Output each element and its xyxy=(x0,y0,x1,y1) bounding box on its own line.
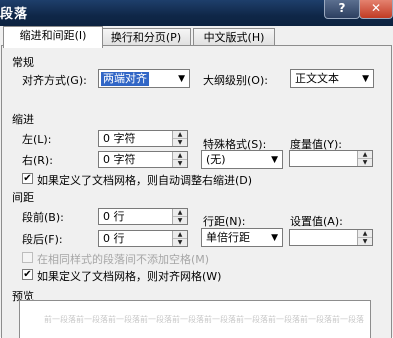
special-format-select[interactable]: (无) ▼ xyxy=(201,150,283,169)
chevron-down-icon: ▼ xyxy=(271,233,278,243)
indent-right-value: 0 字符 xyxy=(103,153,136,166)
arrow-down-icon[interactable]: ▼ xyxy=(173,239,187,246)
indent-right-stepper[interactable]: 0 字符 ▲ ▼ xyxy=(98,151,188,168)
indent-right-label: 右(R): xyxy=(22,154,53,167)
arrow-down-icon[interactable]: ▼ xyxy=(173,139,187,146)
spacing-section-label: 间距 xyxy=(12,191,34,204)
spin-buttons[interactable]: ▲ ▼ xyxy=(172,152,187,167)
outline-level-select[interactable]: 正文文本 ▼ xyxy=(290,69,374,88)
outline-level-label: 大纲级别(O): xyxy=(203,74,268,87)
help-button[interactable]: ? xyxy=(324,0,360,19)
auto-adjust-label: 如果定义了文档网格，则自动调整右缩进(D) xyxy=(37,174,253,187)
space-after-value: 0 行 xyxy=(103,232,125,245)
arrow-up-icon[interactable]: ▲ xyxy=(358,230,372,238)
spin-buttons[interactable]: ▲ ▼ xyxy=(172,131,187,146)
special-format-value: (无) xyxy=(206,153,226,166)
arrow-down-icon[interactable]: ▼ xyxy=(173,217,187,224)
space-before-value: 0 行 xyxy=(103,210,125,223)
space-before-stepper[interactable]: 0 行 ▲ ▼ xyxy=(98,208,188,225)
window-title: 段落 xyxy=(0,7,29,22)
alignment-select[interactable]: 两端对齐 ▼ xyxy=(98,69,190,88)
spin-buttons[interactable]: ▲ ▼ xyxy=(172,231,187,246)
indent-left-stepper[interactable]: 0 字符 ▲ ▼ xyxy=(98,130,188,147)
snap-grid-label: 如果定义了文档网格，则对齐网格(W) xyxy=(37,270,222,283)
spin-buttons[interactable]: ▲ ▼ xyxy=(357,230,372,245)
chevron-down-icon: ▼ xyxy=(271,155,278,165)
arrow-down-icon[interactable]: ▼ xyxy=(173,160,187,167)
no-space-label: 在相同样式的段落间不添加空格(M) xyxy=(37,253,210,266)
chevron-down-icon: ▼ xyxy=(178,74,185,84)
arrow-up-icon[interactable]: ▲ xyxy=(173,231,187,239)
setting-value-stepper[interactable]: ▲ ▼ xyxy=(289,229,373,246)
arrow-down-icon[interactable]: ▼ xyxy=(358,238,372,245)
chevron-down-icon: ▼ xyxy=(362,74,369,84)
auto-adjust-checkbox[interactable]: ✔ xyxy=(22,173,33,184)
measure-stepper[interactable]: ▲ ▼ xyxy=(289,150,373,167)
space-after-label: 段后(F): xyxy=(22,233,63,246)
indent-left-label: 左(L): xyxy=(22,133,52,146)
arrow-up-icon[interactable]: ▲ xyxy=(173,209,187,217)
spin-buttons[interactable]: ▲ ▼ xyxy=(172,209,187,224)
general-section-label: 常规 xyxy=(12,56,34,69)
space-after-stepper[interactable]: 0 行 ▲ ▼ xyxy=(98,230,188,247)
tab-indent-spacing[interactable]: 缩进和间距(I) xyxy=(3,26,103,48)
indent-section-label: 缩进 xyxy=(12,113,34,126)
setting-value-label: 设置值(A): xyxy=(290,215,343,228)
arrow-up-icon[interactable]: ▲ xyxy=(173,152,187,160)
checkmark-icon: ✔ xyxy=(23,269,32,280)
preview-box: 前一段落前一段落前一段落前一段落前一段落前一段落前一段落前一段落前一段落前一段落 xyxy=(19,300,371,338)
alignment-label: 对齐方式(G): xyxy=(22,74,87,87)
snap-grid-checkbox[interactable]: ✔ xyxy=(22,269,33,280)
arrow-up-icon[interactable]: ▲ xyxy=(358,151,372,159)
tab-panel xyxy=(1,45,392,338)
arrow-down-icon[interactable]: ▼ xyxy=(358,159,372,166)
checkmark-icon: ✔ xyxy=(23,173,32,184)
line-spacing-value: 单倍行距 xyxy=(206,231,250,244)
title-bar: 段落 ? ✕ xyxy=(0,0,393,26)
outline-level-value: 正文文本 xyxy=(295,72,339,85)
indent-left-value: 0 字符 xyxy=(103,132,136,145)
spin-buttons[interactable]: ▲ ▼ xyxy=(357,151,372,166)
alignment-value: 两端对齐 xyxy=(101,72,149,86)
space-before-label: 段前(B): xyxy=(22,211,64,224)
line-spacing-select[interactable]: 单倍行距 ▼ xyxy=(201,228,283,247)
line-spacing-label: 行距(N): xyxy=(203,215,246,228)
arrow-up-icon[interactable]: ▲ xyxy=(173,131,187,139)
preview-sample-text: 前一段落前一段落前一段落前一段落前一段落前一段落前一段落前一段落前一段落前一段落 xyxy=(44,315,364,324)
no-space-checkbox[interactable] xyxy=(22,252,33,263)
close-button[interactable]: ✕ xyxy=(359,0,393,19)
